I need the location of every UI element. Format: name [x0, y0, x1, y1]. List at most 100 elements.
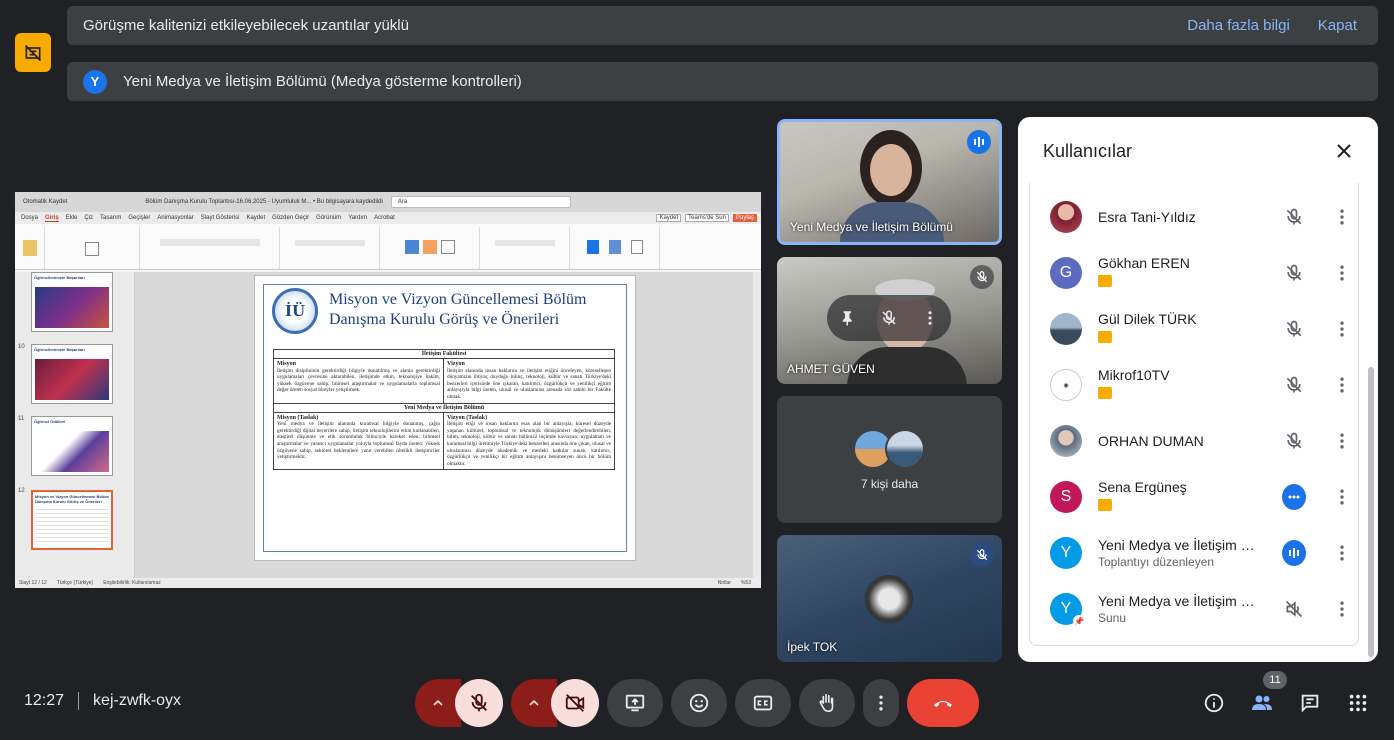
- thumb-image: [36, 506, 108, 545]
- mic-off-icon[interactable]: [1282, 261, 1306, 285]
- ribbon-tab[interactable]: Çiz: [84, 215, 93, 221]
- avatar: ◉: [1050, 369, 1082, 401]
- ribbon-tab[interactable]: Acrobat: [374, 215, 395, 221]
- participant-row[interactable]: Y Yeni Medya ve İletişim Bölümü Toplantıyı…: [1050, 525, 1350, 581]
- participant-list[interactable]: Esra Tani-Yıldız G Gökhan EREN Gül Dilek TÜ…: [1029, 183, 1359, 646]
- thumb-number: 12: [18, 488, 25, 494]
- meeting-details-button[interactable]: [1200, 689, 1228, 717]
- more-options-icon[interactable]: [921, 309, 939, 327]
- participant-tile-host[interactable]: Yeni Medya ve İletişim Bölümü: [777, 119, 1002, 245]
- more-vert-icon[interactable]: [1330, 373, 1354, 397]
- mic-off-icon[interactable]: [1282, 317, 1306, 341]
- avatar: [865, 575, 913, 623]
- language-status: Türkçe (Türkiye): [56, 580, 94, 586]
- microphone-button[interactable]: [455, 679, 503, 727]
- ribbon-tab[interactable]: Animasyonlar: [157, 215, 193, 221]
- ribbon-tab[interactable]: Görünüm: [316, 215, 341, 221]
- slide-thumbnails[interactable]: Öğrencilerimizin Başarıları 10 Öğrencile…: [15, 272, 135, 578]
- mic-off-icon[interactable]: [1282, 373, 1306, 397]
- pin-icon[interactable]: [839, 309, 857, 327]
- captions-button[interactable]: [735, 679, 791, 727]
- learn-more-link[interactable]: Daha fazla bilgi: [1187, 17, 1290, 34]
- more-vert-icon[interactable]: [1330, 485, 1354, 509]
- editing-group: [480, 227, 570, 269]
- hang-up-icon: [934, 701, 952, 707]
- activities-button[interactable]: [1344, 689, 1372, 717]
- participant-tile-ipek[interactable]: İpek TOK: [777, 535, 1002, 662]
- ribbon-tab[interactable]: Kaydet: [246, 215, 265, 221]
- divider: [78, 692, 80, 710]
- search-box[interactable]: Ara: [390, 196, 571, 208]
- present-button[interactable]: [607, 679, 663, 727]
- drawing-group: [380, 227, 480, 269]
- notes-button[interactable]: Notlar: [718, 580, 731, 586]
- participant-row[interactable]: ◉ Mikrof10TV: [1050, 357, 1350, 413]
- more-horiz-icon[interactable]: [1282, 484, 1306, 510]
- participant-row[interactable]: Gül Dilek TÜRK: [1050, 301, 1350, 357]
- participant-row[interactable]: Esra Tani-Yıldız: [1050, 189, 1350, 245]
- reactions-button[interactable]: [671, 679, 727, 727]
- slide-thumb-10[interactable]: Öğrencilerimizin Başarıları: [31, 344, 113, 404]
- shared-screen[interactable]: Otomatik Kaydet Bölüm Danışma Kurulu Top…: [15, 192, 761, 588]
- pin-icon: 📌: [1073, 615, 1085, 627]
- slide-thumb-9[interactable]: Öğrencilerimizin Başarıları: [31, 272, 113, 332]
- ribbon-tab[interactable]: Slayt Gösterisi: [201, 215, 240, 221]
- more-vert-icon[interactable]: [1330, 429, 1354, 453]
- ribbon-action-button[interactable]: Teams'de Sun: [685, 214, 729, 222]
- ribbon-action-button[interactable]: Kaydet: [656, 214, 682, 222]
- more-vert-icon[interactable]: [1330, 541, 1354, 565]
- more-vert-icon[interactable]: [1330, 597, 1354, 621]
- ribbon-tab[interactable]: Ekle: [66, 215, 78, 221]
- dismiss-link[interactable]: Kapat: [1318, 17, 1357, 34]
- mic-off-icon[interactable]: [1282, 205, 1306, 229]
- more-participants-tile[interactable]: 7 kişi daha: [777, 396, 1002, 523]
- panel-scrollbar[interactable]: [1368, 367, 1374, 657]
- vision-label: Vizyon: [447, 361, 465, 367]
- more-options-button[interactable]: [863, 679, 899, 727]
- extension-warning-icon[interactable]: [15, 33, 51, 72]
- ribbon-tab[interactable]: Dosya: [21, 215, 38, 221]
- ribbon-tab[interactable]: Yardım: [348, 215, 367, 221]
- participant-row[interactable]: Y📌 Yeni Medya ve İletişim Bölümü Sunu: [1050, 581, 1350, 637]
- thumb-title: Öğrencilerimizin Başarıları: [34, 275, 85, 280]
- participant-row[interactable]: G Gökhan EREN: [1050, 245, 1350, 301]
- leave-call-button[interactable]: [907, 679, 979, 727]
- presenter-avatar: Y: [83, 69, 107, 94]
- people-panel: Kullanıcılar Esra Tani-Yıldız G Gökhan ERE…: [1018, 117, 1378, 662]
- slide-thumb-11[interactable]: Öğrenci Ödülleri: [31, 416, 113, 476]
- ribbon-tab[interactable]: Tasarım: [100, 215, 121, 221]
- more-vert-icon[interactable]: [1330, 261, 1354, 285]
- participant-info: ORHAN DUMAN: [1098, 433, 1262, 449]
- ribbon-tab[interactable]: Gözden Geçir: [272, 215, 309, 221]
- speaking-icon: [967, 130, 991, 154]
- zoom-level[interactable]: %53: [741, 580, 761, 586]
- camera-button[interactable]: [551, 679, 599, 727]
- mic-off-icon[interactable]: [1282, 429, 1306, 453]
- canvas-scrollbar[interactable]: [753, 272, 761, 578]
- participant-name: Yeni Medya ve İletişim Bölümü: [1098, 537, 1262, 553]
- slide-canvas[interactable]: İÜ Misyon ve Vizyon Güncellemesi Bölüm D…: [135, 272, 761, 578]
- meeting-info: 12:27 kej-zwfk-oyx: [24, 692, 181, 710]
- participant-tile-ahmet[interactable]: AHMET GÜVEN: [777, 257, 1002, 384]
- slide-thumb-12[interactable]: Misyon ve Vizyon Güncellemesi Bölüm Danı…: [31, 490, 113, 550]
- chat-button[interactable]: [1296, 689, 1324, 717]
- ribbon-action-button[interactable]: Paylaş: [732, 214, 757, 222]
- speaking-icon[interactable]: [1282, 540, 1306, 566]
- participant-row[interactable]: ORHAN DUMAN: [1050, 413, 1350, 469]
- audio-off-icon[interactable]: [1282, 597, 1306, 621]
- ribbon-tab[interactable]: Giriş: [45, 215, 59, 222]
- mic-off-icon: [471, 693, 487, 712]
- participant-name: ORHAN DUMAN: [1098, 433, 1204, 449]
- people-icon: [1252, 695, 1272, 710]
- raise-hand-button[interactable]: [799, 679, 855, 727]
- mute-participant-icon[interactable]: [880, 309, 898, 327]
- more-vert-icon[interactable]: [1330, 205, 1354, 229]
- presenter-banner[interactable]: Y Yeni Medya ve İletişim Bölümü (Medya g…: [67, 62, 1378, 101]
- people-button[interactable]: [1248, 689, 1276, 717]
- autosave-label: Otomatik Kaydet: [23, 199, 68, 205]
- more-vert-icon[interactable]: [1330, 317, 1354, 341]
- close-icon[interactable]: [1332, 139, 1356, 163]
- participant-row[interactable]: S Sena Ergüneş: [1050, 469, 1350, 525]
- dept-mission: Misyon (Taslak) Yeni medya ve iletişim al…: [274, 412, 444, 470]
- ribbon-tab[interactable]: Geçişler: [128, 215, 150, 221]
